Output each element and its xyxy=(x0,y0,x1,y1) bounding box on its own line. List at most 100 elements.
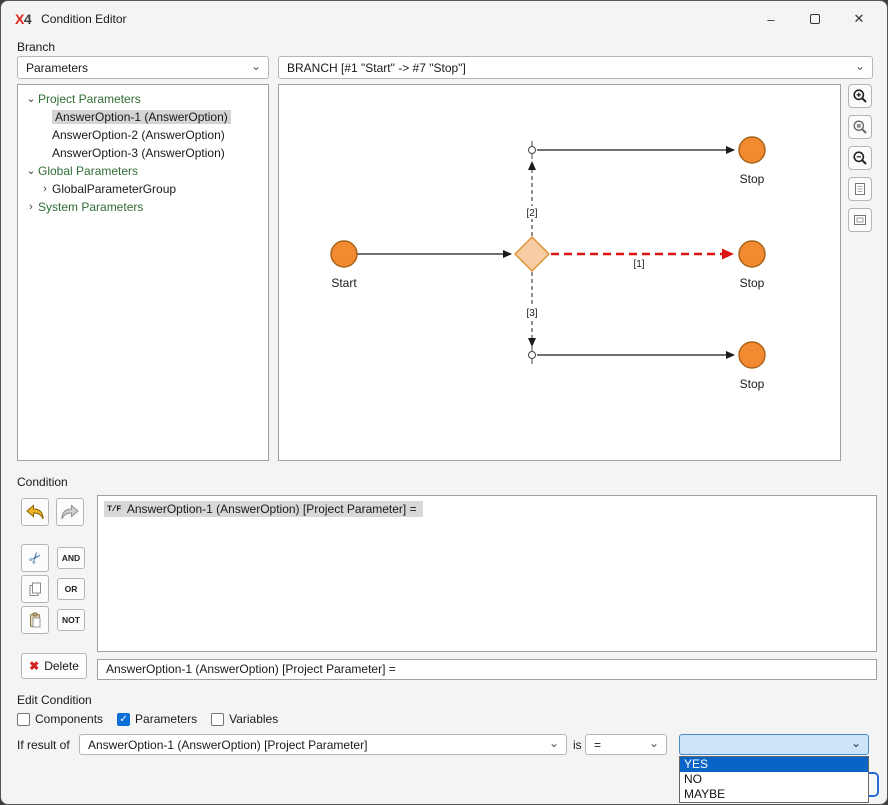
value-combobox[interactable]: ⌄ xyxy=(679,734,869,755)
chevron-down-icon: ⌄ xyxy=(251,60,261,72)
stop-node-bottom[interactable] xyxy=(739,342,765,368)
chevron-collapsed-icon[interactable]: › xyxy=(24,202,38,213)
maximize-icon xyxy=(810,14,820,24)
components-checkbox[interactable]: Components xyxy=(17,712,103,726)
dropdown-option-maybe[interactable]: MAYBE xyxy=(680,787,868,802)
fit-width-button[interactable] xyxy=(848,208,872,232)
branch-category-value: Parameters xyxy=(26,61,88,75)
fit-page-icon xyxy=(852,181,868,197)
junction-top[interactable] xyxy=(529,147,536,154)
is-label: is xyxy=(573,738,582,752)
junction-bottom[interactable] xyxy=(529,352,536,359)
cut-icon: ✂ xyxy=(24,547,46,568)
branch-2-label: [2] xyxy=(526,208,537,219)
redo-condition-button[interactable] xyxy=(56,498,84,526)
tree-item-project-parameters[interactable]: ⌄ Project Parameters xyxy=(18,90,268,108)
chevron-down-icon: ⌄ xyxy=(649,737,659,749)
chevron-collapsed-icon[interactable]: › xyxy=(38,184,52,195)
x4-logo: X4 xyxy=(15,11,31,27)
window-title: Condition Editor xyxy=(41,12,126,26)
chevron-down-icon: ⌄ xyxy=(855,60,865,72)
operator-combobox[interactable]: = ⌄ xyxy=(585,734,667,755)
start-node-label: Start xyxy=(331,276,357,290)
stop-node-bottom-label: Stop xyxy=(740,377,765,391)
condition-row[interactable]: T/F AnswerOption-1 (AnswerOption) [Proje… xyxy=(104,501,423,517)
dropdown-option-yes[interactable]: YES xyxy=(680,757,868,772)
parameter-combobox[interactable]: AnswerOption-1 (AnswerOption) [Project P… xyxy=(79,734,567,755)
tree-item-global-parameters[interactable]: ⌄ Global Parameters xyxy=(18,162,268,180)
branch-diamond-node[interactable] xyxy=(515,237,549,271)
zoom-selection-icon xyxy=(852,119,868,135)
tree-item-answeroption-2[interactable]: AnswerOption-2 (AnswerOption) xyxy=(18,126,268,144)
chevron-expanded-icon[interactable]: ⌄ xyxy=(24,166,38,177)
not-button[interactable]: NOT xyxy=(57,609,85,631)
zoom-in-icon xyxy=(852,88,868,104)
branch-3-label: [3] xyxy=(526,308,537,319)
checkbox-unchecked-icon xyxy=(17,713,30,726)
checkbox-checked-icon: ✓ xyxy=(117,713,130,726)
window-controls: – ✕ xyxy=(749,1,881,37)
branch-diagram: [2] [1] [3] Start Stop Stop Stop xyxy=(279,85,840,460)
zoom-out-icon xyxy=(852,150,868,166)
condition-row-text: AnswerOption-1 (AnswerOption) [Project P… xyxy=(127,502,417,516)
condition-section-label: Condition xyxy=(17,475,68,489)
tree-item-system-parameters[interactable]: › System Parameters xyxy=(18,198,268,216)
paste-icon xyxy=(27,612,43,628)
and-button[interactable]: AND xyxy=(57,547,85,569)
delete-x-icon: ✖ xyxy=(29,659,39,673)
stop-node-middle[interactable] xyxy=(739,241,765,267)
tree-item-answeroption-1[interactable]: AnswerOption-1 (AnswerOption) xyxy=(18,108,268,126)
branch-category-combobox[interactable]: Parameters ⌄ xyxy=(17,56,269,79)
close-icon: ✕ xyxy=(854,11,865,27)
fit-page-button[interactable] xyxy=(848,177,872,201)
branch-combobox[interactable]: BRANCH [#1 "Start" -> #7 "Stop"] ⌄ xyxy=(278,56,873,79)
zoom-selection-button[interactable] xyxy=(848,115,872,139)
minimize-button[interactable]: – xyxy=(749,4,793,34)
titlebar: X4 Condition Editor – ✕ xyxy=(1,1,887,37)
condition-list[interactable]: T/F AnswerOption-1 (AnswerOption) [Proje… xyxy=(97,495,877,652)
copy-button[interactable] xyxy=(21,575,49,603)
screen: X4 Condition Editor – ✕ Branch Parameter… xyxy=(0,0,888,805)
boolean-type-icon: T/F xyxy=(107,504,121,514)
condition-editor-window: X4 Condition Editor – ✕ Branch Parameter… xyxy=(0,0,888,805)
tree-item-answeroption-3[interactable]: AnswerOption-3 (AnswerOption) xyxy=(18,144,268,162)
parameter-combobox-value: AnswerOption-1 (AnswerOption) [Project P… xyxy=(88,738,367,752)
redo-arrow-icon xyxy=(59,501,81,523)
stop-node-top-label: Stop xyxy=(740,172,765,186)
branch-section-label: Branch xyxy=(17,40,55,54)
maximize-button[interactable] xyxy=(793,4,837,34)
chevron-down-icon: ⌄ xyxy=(549,737,559,749)
fit-width-icon xyxy=(852,212,868,228)
parameter-tree: ⌄ Project Parameters AnswerOption-1 (Ans… xyxy=(17,84,269,461)
delete-button[interactable]: ✖ Delete xyxy=(21,653,87,679)
stop-node-middle-label: Stop xyxy=(740,276,765,290)
tree-item-globalparametergroup[interactable]: › GlobalParameterGroup xyxy=(18,180,268,198)
source-checkbox-row: Components ✓ Parameters Variables xyxy=(17,711,278,727)
stop-node-top[interactable] xyxy=(739,137,765,163)
cut-button[interactable]: ✂ xyxy=(21,544,49,572)
paste-button[interactable] xyxy=(21,606,49,634)
branch-diagram-panel[interactable]: [2] [1] [3] Start Stop Stop Stop xyxy=(278,84,841,461)
if-result-of-label: If result of xyxy=(17,738,70,752)
branch-value: BRANCH [#1 "Start" -> #7 "Stop"] xyxy=(287,61,466,75)
or-button[interactable]: OR xyxy=(57,578,85,600)
condition-preview-field: AnswerOption-1 (AnswerOption) [Project P… xyxy=(97,659,877,680)
branch-1-label: [1] xyxy=(633,259,644,270)
apply-arrow-icon xyxy=(24,501,46,523)
start-node[interactable] xyxy=(331,241,357,267)
dropdown-option-no[interactable]: NO xyxy=(680,772,868,787)
operator-combobox-value: = xyxy=(594,738,601,752)
parameters-checkbox[interactable]: ✓ Parameters xyxy=(117,712,197,726)
chevron-expanded-icon[interactable]: ⌄ xyxy=(24,94,38,105)
copy-icon xyxy=(27,581,43,597)
close-button[interactable]: ✕ xyxy=(837,4,881,34)
value-dropdown-list: YES NO MAYBE xyxy=(679,756,869,803)
chevron-down-icon: ⌄ xyxy=(851,737,861,749)
variables-checkbox[interactable]: Variables xyxy=(211,712,278,726)
checkbox-unchecked-icon xyxy=(211,713,224,726)
apply-condition-button[interactable] xyxy=(21,498,49,526)
zoom-in-button[interactable] xyxy=(848,84,872,108)
edit-condition-section-label: Edit Condition xyxy=(17,693,92,707)
zoom-out-button[interactable] xyxy=(848,146,872,170)
diagram-toolbar xyxy=(848,84,872,239)
